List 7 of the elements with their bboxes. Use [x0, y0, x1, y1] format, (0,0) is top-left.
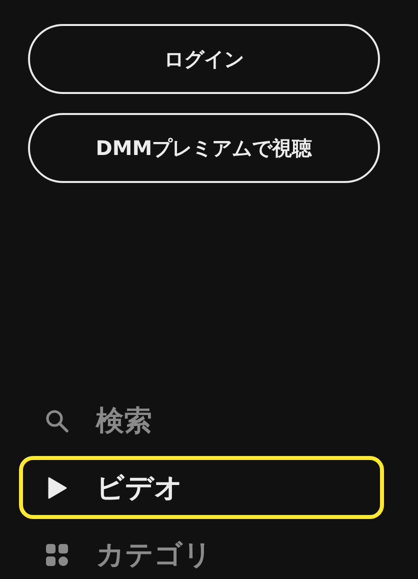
login-button[interactable]: ログイン — [28, 24, 380, 94]
nav-item[interactable]: カテゴリ — [19, 523, 384, 579]
grid-icon — [45, 542, 69, 566]
nav-item[interactable]: ビデオ — [19, 456, 384, 519]
premium-button[interactable]: DMMプレミアムで視聴 — [28, 113, 380, 183]
search-icon — [45, 408, 69, 432]
nav-item[interactable]: 検索 — [19, 389, 384, 452]
